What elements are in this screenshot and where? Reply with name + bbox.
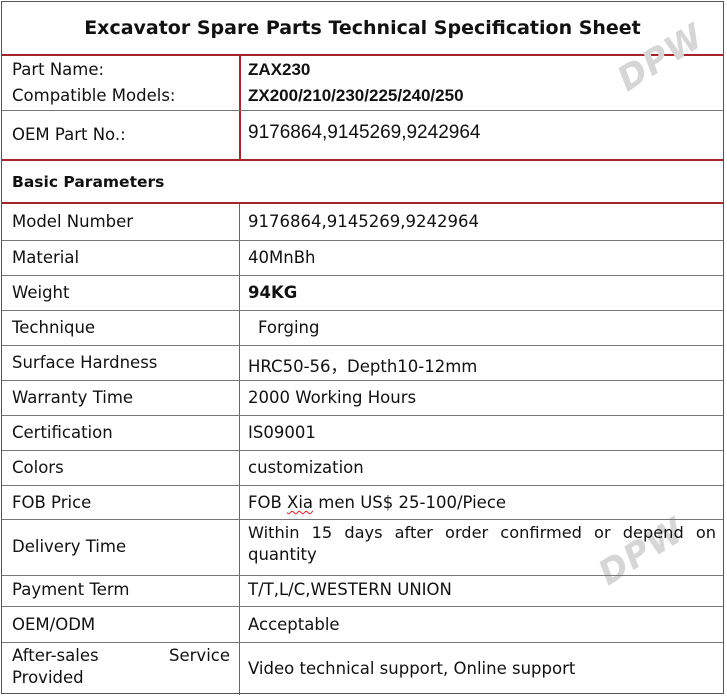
- param-value-fob-price: FOB Xia men US$ 25-100/Piece: [248, 493, 506, 512]
- fob-suffix: men US$ 25-100/Piece: [313, 493, 507, 512]
- param-label-after-sales: After-sales Service Provided: [12, 646, 230, 687]
- param-label-colors: Colors: [12, 458, 64, 477]
- param-value-warranty-time: 2000 Working Hours: [248, 388, 417, 407]
- row-separator: [2, 415, 723, 416]
- oem-part-value: 9176864,9145269,9242964: [248, 122, 481, 143]
- param-value-technique: Forging: [258, 318, 320, 337]
- row-separator: [2, 575, 723, 576]
- compatible-models-label: Compatible Models:: [12, 86, 176, 105]
- param-label-material: Material: [12, 248, 80, 267]
- section-bottom-border: [2, 202, 723, 204]
- param-label-payment-term: Payment Term: [12, 580, 130, 599]
- param-value-oem-odm: Acceptable: [248, 615, 340, 634]
- param-value-weight: 94KG: [248, 283, 298, 302]
- row-separator: [2, 380, 723, 381]
- param-value-delivery-time: Within 15 days after order confirmed or …: [248, 523, 716, 564]
- row-separator: [2, 275, 723, 276]
- row-separator: [2, 485, 723, 486]
- param-value-material: 40MnBh: [248, 248, 316, 267]
- header-divider: [239, 56, 241, 160]
- section-basic-parameters: Basic Parameters: [12, 173, 165, 191]
- sheet-title: Excavator Spare Parts Technical Specific…: [2, 2, 723, 56]
- row-separator: [2, 240, 723, 241]
- param-label-oem-odm: OEM/ODM: [12, 615, 96, 634]
- row-separator: [2, 606, 723, 607]
- delivery-line-1: Within 15 days after order confirmed or …: [248, 523, 716, 542]
- part-name-value: ZAX230: [248, 60, 311, 79]
- param-value-surface-hardness: HRC50-56，Depth10-12mm: [248, 357, 478, 376]
- param-label-surface-hardness: Surface Hardness: [12, 353, 158, 372]
- oem-part-label: OEM Part No.:: [12, 125, 126, 144]
- param-label-model-number: Model Number: [12, 212, 134, 231]
- part-name-label: Part Name:: [12, 60, 105, 79]
- param-value-colors: customization: [248, 458, 364, 477]
- param-value-payment-term: T/T,L/C,WESTERN UNION: [248, 580, 452, 599]
- row-separator: [2, 450, 723, 451]
- row-separator: [2, 345, 723, 346]
- fob-city-spellcheck: Xia: [287, 493, 314, 512]
- param-value-after-sales: Video technical support, Online support: [248, 659, 576, 678]
- param-label-technique: Technique: [12, 318, 96, 337]
- param-label-warranty-time: Warranty Time: [12, 388, 134, 407]
- delivery-line-2: quantity: [248, 545, 317, 564]
- after-sales-word: After-sales: [12, 646, 99, 665]
- compatible-models-value: ZX200/210/230/225/240/250: [248, 86, 464, 105]
- after-sales-line-1: After-sales Service: [12, 646, 230, 665]
- header-row-separator: [2, 110, 723, 111]
- row-separator: [2, 519, 723, 520]
- param-label-delivery-time: Delivery Time: [12, 537, 127, 556]
- service-word: Service: [169, 646, 230, 665]
- param-value-certification: IS09001: [248, 423, 316, 442]
- param-label-weight: Weight: [12, 283, 70, 302]
- spec-sheet: Excavator Spare Parts Technical Specific…: [1, 1, 724, 695]
- fob-prefix: FOB: [248, 493, 288, 512]
- header-bottom-border: [2, 159, 723, 161]
- param-value-model-number: 9176864,9145269,9242964: [248, 212, 479, 231]
- param-label-fob-price: FOB Price: [12, 493, 92, 512]
- after-sales-line-2: Provided: [12, 668, 84, 687]
- param-label-certification: Certification: [12, 423, 113, 442]
- row-separator: [2, 310, 723, 311]
- row-separator: [2, 642, 723, 643]
